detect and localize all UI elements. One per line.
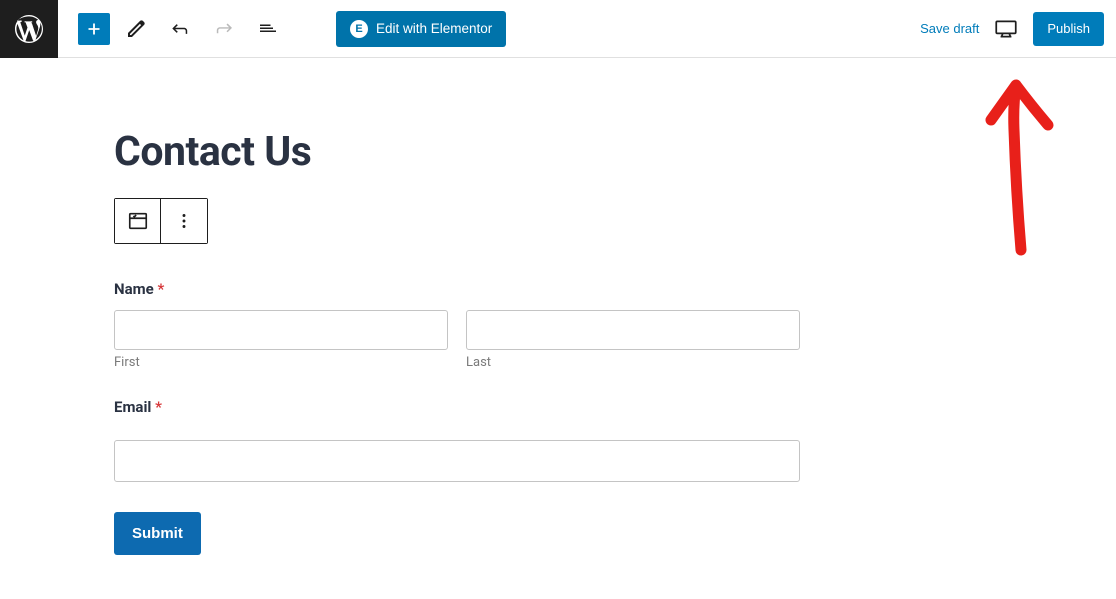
submit-button[interactable]: Submit [114,512,201,555]
wordpress-icon [15,15,43,43]
pencil-icon [124,17,148,41]
edit-with-elementor-button[interactable]: E Edit with Elementor [336,11,506,47]
wordpress-logo[interactable] [0,0,58,58]
editor-topbar: E Edit with Elementor Save draft Publish [0,0,1116,58]
redo-icon [212,17,236,41]
undo-button[interactable] [162,11,198,47]
more-vertical-icon [173,210,195,232]
desktop-icon [993,16,1019,42]
publish-button[interactable]: Publish [1033,12,1104,46]
list-icon [256,17,280,41]
toolbar-right-group: Save draft Publish [920,12,1116,46]
preview-button[interactable] [993,16,1019,42]
block-options-button[interactable] [161,199,207,243]
undo-icon [168,17,192,41]
email-label: Email * [114,398,800,416]
email-input[interactable] [114,440,800,482]
elementor-icon: E [350,20,368,38]
last-sublabel: Last [466,355,800,370]
form-block-icon [127,210,149,232]
editor-content: Contact Us Name * First [0,58,820,555]
name-label: Name * [114,280,800,298]
required-mark: * [157,280,164,298]
plus-icon [83,18,105,40]
name-field-group: Name * First Last [114,280,800,370]
annotation-arrow [976,70,1066,260]
block-toolbar [114,198,208,244]
toolbar-left-group: E Edit with Elementor [58,11,506,47]
block-type-button[interactable] [115,199,161,243]
required-mark: * [155,398,162,416]
elementor-label: Edit with Elementor [376,21,492,36]
email-field-group: Email * [114,398,800,482]
first-sublabel: First [114,355,448,370]
first-name-input[interactable] [114,310,448,350]
add-block-button[interactable] [78,13,110,45]
redo-button [206,11,242,47]
tools-button[interactable] [118,11,154,47]
contact-form: Name * First Last Email * S [114,280,800,555]
document-overview-button[interactable] [250,11,286,47]
page-title[interactable]: Contact Us [114,128,820,176]
last-name-input[interactable] [466,310,800,350]
save-draft-button[interactable]: Save draft [920,21,979,36]
